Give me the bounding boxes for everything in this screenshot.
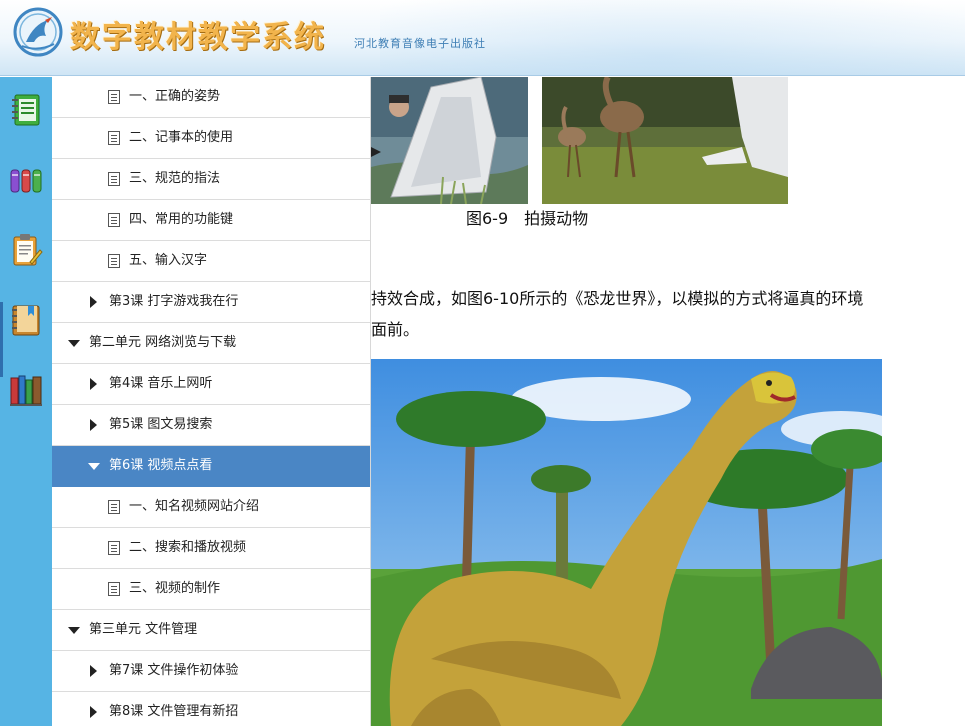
- menu-item-label: 一、正确的姿势: [129, 89, 221, 104]
- collapse-arrow-icon: [68, 627, 80, 634]
- menu-item-section[interactable]: 二、记事本的使用: [52, 118, 370, 159]
- icon-strip: [0, 77, 52, 726]
- document-icon: [108, 582, 120, 596]
- menu-item-unit[interactable]: 第二单元 网络浏览与下载: [52, 323, 370, 364]
- menu-item-section[interactable]: 一、正确的姿势: [52, 77, 370, 118]
- menu-item-label: 第3课 打字游戏我在行: [109, 294, 239, 309]
- expand-arrow-icon: [90, 296, 97, 308]
- menu-item-label: 一、知名视频网站介绍: [129, 499, 260, 514]
- menu-item-lesson-active[interactable]: 第6课 视频点点看: [52, 446, 370, 487]
- clipboard-icon[interactable]: [8, 232, 44, 268]
- menu-item-lesson[interactable]: 第8课 文件管理有新招: [52, 692, 370, 726]
- collapse-arrow-icon: [88, 463, 100, 470]
- menu-item-label: 第三单元 文件管理: [89, 622, 198, 637]
- menu-item-label: 第6课 视频点点看: [109, 458, 213, 473]
- document-icon: [108, 213, 120, 227]
- menu-item-label: 二、搜索和播放视频: [129, 540, 247, 555]
- chapter-menu: 一、正确的姿势 二、记事本的使用 三、规范的指法 四、常用的功能键 五、输入汉字…: [52, 77, 371, 726]
- menu-item-label: 第8课 文件管理有新招: [109, 704, 239, 719]
- colored-pencils-icon[interactable]: [8, 162, 44, 198]
- menu-item-label: 第5课 图文易搜索: [109, 417, 213, 432]
- menu-item-label: 第4课 音乐上网听: [109, 376, 213, 391]
- expand-arrow-icon: [90, 665, 97, 677]
- menu-item-section[interactable]: 二、搜索和播放视频: [52, 528, 370, 569]
- menu-item-lesson[interactable]: 第4课 音乐上网听: [52, 364, 370, 405]
- document-icon: [108, 500, 120, 514]
- menu-item-section[interactable]: 一、知名视频网站介绍: [52, 487, 370, 528]
- document-icon: [108, 131, 120, 145]
- document-icon: [108, 254, 120, 268]
- crane-logo-icon: [12, 6, 64, 58]
- bookmark-book-icon[interactable]: [8, 302, 44, 338]
- menu-item-label: 五、输入汉字: [129, 253, 208, 268]
- menu-item-section[interactable]: 三、视频的制作: [52, 569, 370, 610]
- menu-item-unit[interactable]: 第三单元 文件管理: [52, 610, 370, 651]
- publisher-name: 河北教育音像电子出版社: [354, 37, 486, 50]
- photo-dinosaur-world: [371, 359, 882, 726]
- paragraph-line: 持效合成，如图6-10所示的《恐龙世界》，以模拟的方式将逼真的环境: [371, 289, 864, 308]
- photo-cranes-on-grass: [542, 77, 788, 204]
- photo-photographer-in-water: [371, 77, 528, 204]
- menu-item-label: 第二单元 网络浏览与下载: [89, 335, 237, 350]
- document-icon: [108, 172, 120, 186]
- menu-item-lesson[interactable]: 第5课 图文易搜索: [52, 405, 370, 446]
- active-indicator: [0, 302, 3, 377]
- expand-arrow-icon: [90, 378, 97, 390]
- bookshelf-icon[interactable]: [8, 372, 44, 408]
- menu-item-label: 第7课 文件操作初体验: [109, 663, 239, 678]
- menu-item-label: 二、记事本的使用: [129, 130, 234, 145]
- paragraph-line: 面前。: [371, 320, 420, 339]
- menu-item-label: 三、视频的制作: [129, 581, 221, 596]
- app-title: 数字教材教学系统: [70, 20, 326, 55]
- menu-item-section[interactable]: 三、规范的指法: [52, 159, 370, 200]
- collapse-arrow-icon: [68, 340, 80, 347]
- textbook-content: 图6-9 拍摄动物 持效合成，如图6-10所示的《恐龙世界》，以模拟的方式将逼真…: [371, 77, 965, 726]
- expand-arrow-icon: [90, 706, 97, 718]
- document-icon: [108, 541, 120, 555]
- menu-item-section[interactable]: 四、常用的功能键: [52, 200, 370, 241]
- app-header: 数字教材教学系统 河北教育音像电子出版社: [0, 0, 965, 76]
- notebook-icon[interactable]: [8, 92, 44, 128]
- menu-item-label: 四、常用的功能键: [129, 212, 234, 227]
- menu-item-lesson[interactable]: 第3课 打字游戏我在行: [52, 282, 370, 323]
- menu-item-label: 三、规范的指法: [129, 171, 221, 186]
- expand-arrow-icon: [90, 419, 97, 431]
- menu-item-lesson[interactable]: 第7课 文件操作初体验: [52, 651, 370, 692]
- figure-caption: 图6-9 拍摄动物: [466, 209, 589, 228]
- menu-item-section[interactable]: 五、输入汉字: [52, 241, 370, 282]
- document-icon: [108, 90, 120, 104]
